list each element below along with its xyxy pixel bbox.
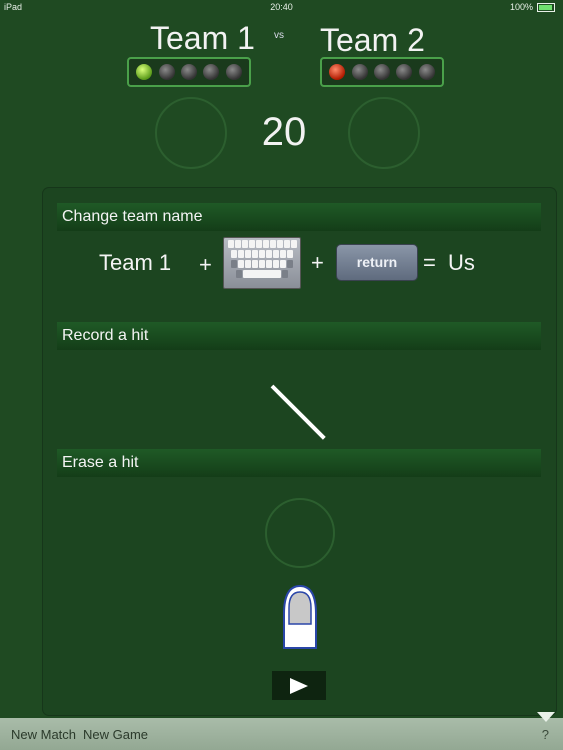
team-2-hit-target[interactable]: [348, 97, 420, 169]
team-1-lights: [127, 57, 251, 87]
bottom-toolbar: New Match New Game ?: [0, 718, 563, 750]
battery-percent: 100%: [509, 2, 533, 12]
battery-indicator: 100%: [510, 2, 555, 12]
clock: 20:40: [270, 2, 293, 12]
light-icon: [329, 64, 346, 80]
new-game-button[interactable]: New Game: [83, 727, 148, 742]
play-icon: [290, 677, 308, 694]
team-2-name[interactable]: Team 2: [320, 22, 425, 59]
swipe-gesture-icon: [270, 384, 326, 440]
light-icon: [180, 64, 197, 80]
status-bar: iPad 20:40 100%: [0, 0, 563, 14]
keyboard-icon: [223, 237, 301, 289]
popover-arrow: [537, 712, 555, 722]
example-team-name: Team 1: [99, 250, 172, 275]
help-button[interactable]: ?: [542, 727, 549, 742]
plus-sign: +: [199, 252, 212, 277]
hit-target-icon: [265, 498, 335, 568]
light-icon: [136, 64, 153, 80]
plus-sign: +: [311, 250, 324, 275]
new-match-button[interactable]: New Match: [11, 727, 76, 742]
light-icon: [351, 64, 368, 80]
play-button[interactable]: [272, 671, 326, 700]
section-header-record-hit: Record a hit: [57, 322, 541, 350]
equals-sign: =: [423, 250, 436, 275]
score-display: 20: [261, 110, 307, 154]
light-icon: [203, 64, 220, 80]
finger-tap-icon: [283, 584, 317, 649]
light-icon: [396, 64, 413, 80]
section-header-change-name: Change team name: [57, 203, 541, 231]
team-2-lights: [320, 57, 444, 87]
vs-label: vs: [274, 30, 284, 41]
team-1-hit-target[interactable]: [155, 97, 227, 169]
light-icon: [373, 64, 390, 80]
light-icon: [418, 64, 435, 80]
help-panel: Change team name Team 1 + + return = Us …: [43, 188, 556, 715]
battery-icon: [537, 2, 555, 12]
example-new-name: Us: [448, 250, 475, 275]
return-key-icon: return: [336, 244, 418, 281]
team-1-name[interactable]: Team 1: [150, 20, 255, 57]
light-icon: [158, 64, 175, 80]
light-icon: [225, 64, 242, 80]
section-header-erase-hit: Erase a hit: [57, 449, 541, 477]
